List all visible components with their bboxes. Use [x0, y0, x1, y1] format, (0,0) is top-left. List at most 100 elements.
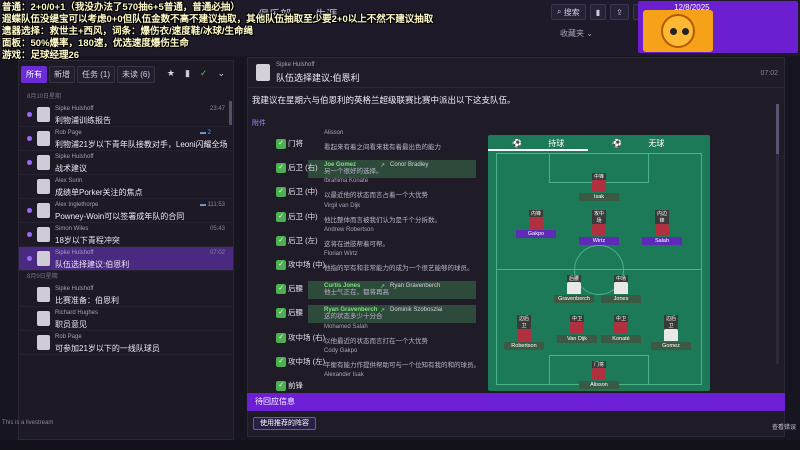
- lineup-row[interactable]: ✓ 攻中场 (左) Cody Gakpo 平衡有能力作提供帮助可与一个位知有我的和的球…: [262, 348, 482, 374]
- avatar: [256, 64, 270, 81]
- avatar: [37, 131, 50, 146]
- filter-new[interactable]: 新增: [49, 66, 75, 83]
- filter-unread[interactable]: 未读 (6): [117, 66, 155, 83]
- alternative-player[interactable]: Ryan Gravenberch: [390, 283, 440, 289]
- email-scrollbar[interactable]: [776, 104, 779, 364]
- message-sender: Sipke Hulshoff: [55, 154, 94, 160]
- message-item[interactable]: Simon Wiles 18岁以下青程冲突 05:43: [19, 223, 233, 247]
- pitch-player[interactable]: 中锋 Isak: [579, 173, 619, 201]
- player-comment: 平衡有能力作提供帮助可与一个位知有我的和的球员。: [324, 361, 480, 369]
- lineup-row[interactable]: ✓ 后腰 Curtis Jones ↗ Ryan Gravenberch 他士气正在，都将…: [262, 277, 482, 301]
- pitch-player[interactable]: 后腰 Gravenberch: [554, 275, 594, 303]
- tab-in-possession[interactable]: ⚽ 持球: [488, 135, 589, 151]
- player-name-tag: Salah: [642, 237, 682, 245]
- message-item[interactable]: Rob Page 利物浦21岁以下青年队接教对手，Leoni闪耀全场 ▬ 2: [19, 127, 233, 151]
- player-name[interactable]: Alisson: [324, 130, 343, 136]
- kit-icon: [614, 282, 628, 294]
- bookmark-button[interactable]: ▮: [589, 4, 607, 20]
- star-icon[interactable]: ★: [167, 68, 175, 79]
- player-comment: 另一个很好的选择。: [324, 168, 383, 176]
- unread-dot: [27, 160, 32, 165]
- alternative-player[interactable]: Dominik Szoboszlai: [390, 307, 442, 313]
- player-name-tag: Gakpo: [516, 230, 556, 238]
- pitch-player[interactable]: 中卫 Konaté: [601, 315, 641, 343]
- message-subject: 比赛准备：伯恩利: [55, 296, 119, 305]
- lineup-row[interactable]: ✓ 后卫 (右) Joe Gomez ↗ Conor Bradley 另一个很好的选择。: [262, 156, 482, 180]
- favorites-menu[interactable]: 收藏夹 ⌄: [560, 28, 593, 39]
- player-name[interactable]: Alexander Isak: [324, 372, 364, 378]
- player-role: 门将: [592, 361, 606, 368]
- bookmark-icon[interactable]: ▮: [185, 68, 190, 79]
- comment-count: ▬ 1: [199, 202, 211, 208]
- pitch-player[interactable]: 内锋 Gakpo: [516, 210, 556, 238]
- message-time: 11:53: [210, 202, 225, 208]
- stream-watermark: This is a livestream: [2, 420, 54, 426]
- alternative-player[interactable]: Conor Bradley: [390, 162, 428, 168]
- pitch-player[interactable]: 边后卫 Gomez: [651, 315, 691, 350]
- player-comment: 这将在进肢帮着可帮。: [324, 240, 389, 248]
- message-sender: Sipke Hulshoff: [55, 106, 94, 112]
- view-errors-link[interactable]: 查看错误: [772, 422, 796, 431]
- message-item[interactable]: Sipke Hulshoff 比赛准备：伯恩利: [19, 283, 233, 307]
- player-name[interactable]: Cody Gakpo: [324, 348, 357, 354]
- pitch-player[interactable]: 攻中场 Wirtz: [579, 210, 619, 245]
- position-label: 攻中场 (右): [288, 332, 326, 342]
- pitch-player[interactable]: 边后卫 Robertson: [504, 315, 544, 350]
- message-subject: 18岁以下青程冲突: [55, 236, 120, 245]
- tab-out-of-possession[interactable]: ⚽ 无球: [588, 135, 688, 151]
- lineup-row[interactable]: ✓ 攻中场 (右) Mohamed Salah 以他最近的状态而言打在一个大优势: [262, 324, 482, 350]
- filter-tasks[interactable]: 任务 (1): [77, 66, 115, 83]
- message-sender: Alex Surin: [55, 178, 83, 184]
- player-name[interactable]: Ibrahima Konaté: [324, 178, 368, 184]
- top-tools: ⌕ 搜索 ▮ ⇪ ✲: [551, 4, 652, 20]
- player-name[interactable]: Florian Wirtz: [324, 251, 358, 257]
- check-icon[interactable]: ✓: [200, 68, 208, 79]
- message-item[interactable]: Alex Surin 成绩单Porker关注的焦点: [19, 175, 233, 199]
- scroll-thumb[interactable]: [776, 104, 779, 154]
- inbox-scrollbar[interactable]: [229, 101, 232, 125]
- lineup-row[interactable]: ✓ 后卫 (中) Virgil van Dijk 他比整体而言被我们认为是千个分拆数。: [262, 203, 482, 229]
- message-item[interactable]: Alex Inglethorpe Powney-Woin可以签署成年队的合同 1…: [19, 199, 233, 223]
- pitch-player[interactable]: 中卫 Van Dijk: [557, 315, 597, 343]
- search-button[interactable]: ⌕ 搜索: [551, 4, 586, 20]
- lineup-row[interactable]: ✓ 后腰 Ryan Gravenberch ↗ Dominik Szoboszlai 这的…: [262, 301, 482, 325]
- message-item[interactable]: Sipke Hulshoff 战术建议: [19, 151, 233, 175]
- inbox-panel: 所有 新增 任务 (1) 未读 (6) ★ ▮ ✓ ⌄ 8月10日星期 Sipk…: [18, 60, 234, 440]
- message-item[interactable]: Richard Hughes 职员意见: [19, 307, 233, 331]
- message-item[interactable]: Rob Page 可参加21岁以下的一线队球员: [19, 331, 233, 355]
- message-sender: Sipke Hulshoff: [55, 250, 94, 256]
- comment-icon: ▬: [199, 130, 206, 136]
- unread-dot: [27, 112, 32, 117]
- use-recommended-lineup-button[interactable]: 使用推荐的阵容: [253, 417, 316, 430]
- share-icon: ⇪: [616, 7, 623, 17]
- pending-response-bar: 待回应信息: [247, 393, 785, 411]
- overlay-line: 遗器选择：救世主+西风，词条：爆伤衣/速度鞋/冰球/生命绳: [2, 26, 253, 37]
- kit-icon: [567, 282, 581, 294]
- unread-dot: [27, 232, 32, 237]
- lineup-row[interactable]: ✓ 门将 Alisson 看起来有着之间看来我有着最出色的能力: [262, 130, 482, 156]
- player-name[interactable]: Mohamed Salah: [324, 324, 368, 330]
- avatar: [37, 227, 50, 242]
- pitch-player[interactable]: 门将 Alisson: [579, 361, 619, 389]
- lineup-row[interactable]: ✓ 后卫 (中) Ibrahima Konaté 以最近他的状态而言占着一个大优势: [262, 178, 482, 204]
- pitch-player[interactable]: 中场 Jones: [601, 275, 641, 303]
- lineup-row[interactable]: ✓ 后卫 (左) Andrew Robertson 这将在进肢帮着可帮。: [262, 227, 482, 253]
- bookmark-icon: ▮: [595, 7, 601, 17]
- player-name[interactable]: Andrew Robertson: [324, 227, 374, 233]
- kit-icon: [592, 368, 606, 380]
- message-item[interactable]: Sipke Hulshoff 利物浦训练报告 23:47: [19, 103, 233, 127]
- avatar: [37, 155, 50, 170]
- chevron-down-icon[interactable]: ⌄: [217, 68, 225, 79]
- check-icon: ✓: [276, 284, 286, 295]
- message-item-selected[interactable]: Sipke Hulshoff 队伍选择建议:伯恩利 07:02: [19, 247, 233, 271]
- message-sender: Alex Inglethorpe: [55, 202, 99, 208]
- filter-all[interactable]: 所有: [21, 66, 47, 83]
- lineup-row[interactable]: ✓ 攻中场 (中) Florian Wirtz 他指的罕有和非常能力的成为一个很艺能够…: [262, 251, 482, 277]
- share-button[interactable]: ⇪: [610, 4, 629, 20]
- date-separator: 8月10日星期: [27, 94, 62, 100]
- player-name[interactable]: Virgil van Dijk: [324, 203, 360, 209]
- pitch-player[interactable]: 内边锋 Salah: [642, 210, 682, 245]
- player-name-tag: Alisson: [579, 381, 619, 389]
- message-sender: Richard Hughes: [55, 310, 99, 316]
- player-name-tag: Gomez: [651, 342, 691, 350]
